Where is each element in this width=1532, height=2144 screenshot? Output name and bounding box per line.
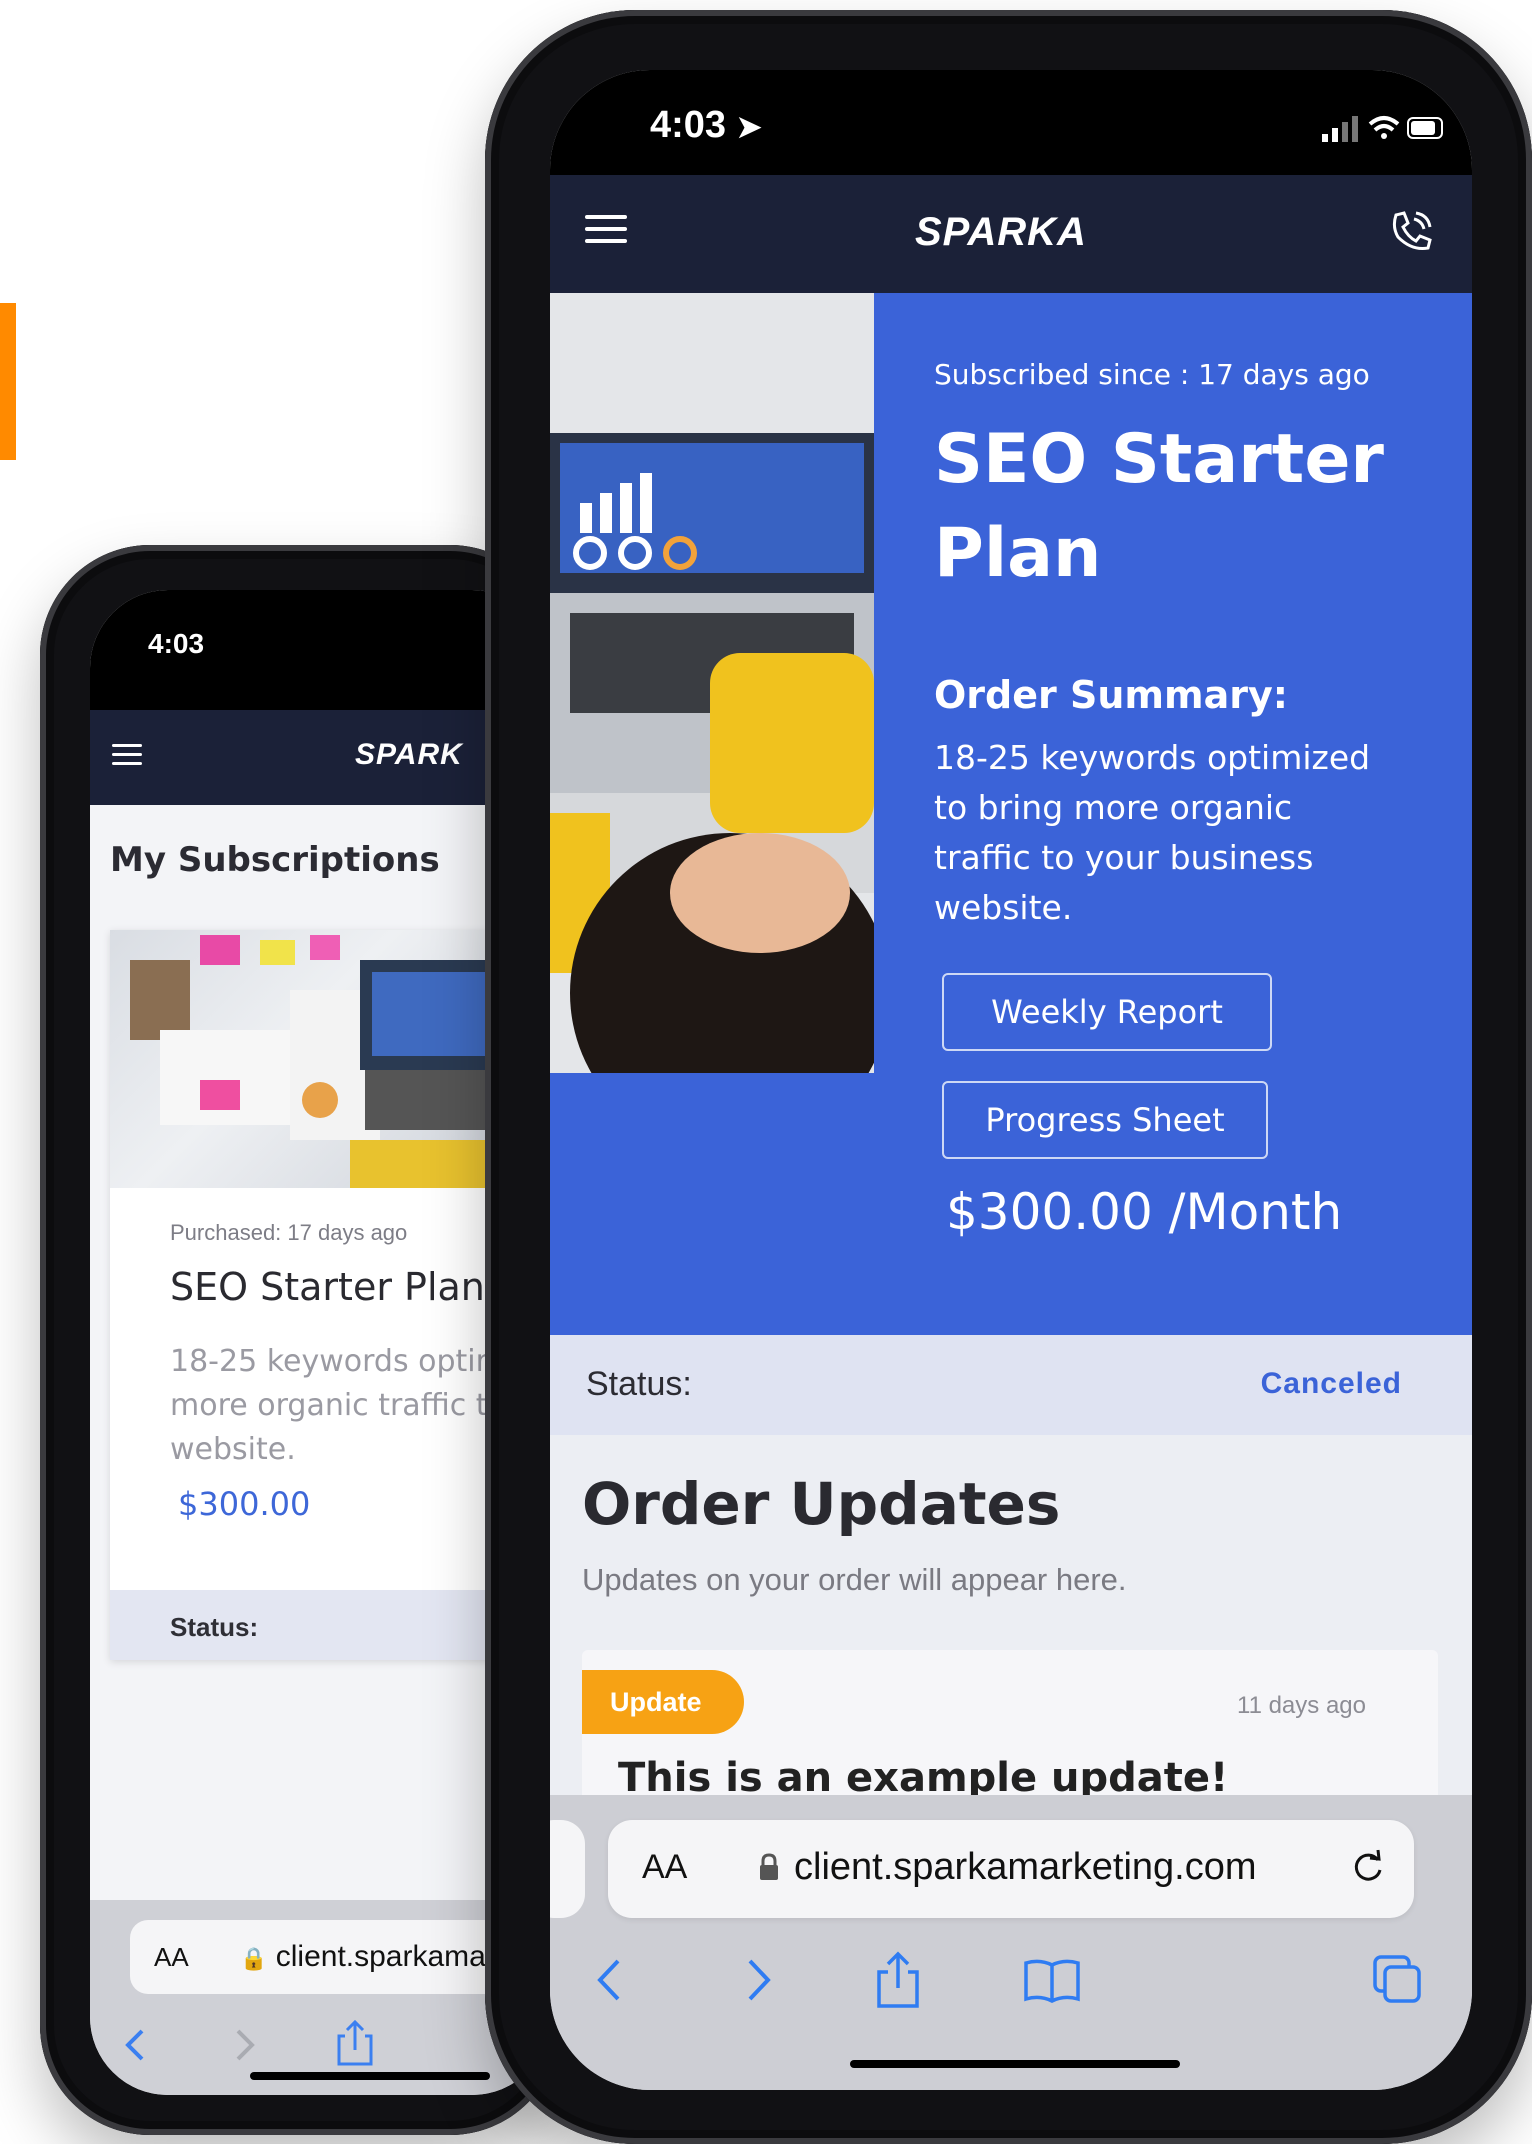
- browser-toolbar: AA client.sparkamarketing.com: [550, 1795, 1472, 2090]
- location-arrow-icon: ➤: [736, 111, 762, 144]
- plan-price: $300.00 /Month: [946, 1183, 1343, 1241]
- weekly-report-button[interactable]: Weekly Report: [942, 973, 1272, 1051]
- plan-price: $300.00: [178, 1485, 311, 1523]
- home-indicator: [850, 2060, 1180, 2068]
- order-updates-subtitle: Updates on your order will appear here.: [582, 1562, 1127, 1597]
- update-badge: Update: [582, 1670, 744, 1734]
- tabs-icon: [1373, 1955, 1421, 2003]
- nav-bar: SPARKA: [550, 175, 1472, 293]
- nav-toolbar: [550, 1940, 1472, 2030]
- front-phone-screen: 4:03 ➤ SPARKA Subscribed since: 17 days…: [550, 70, 1472, 2090]
- status-bar-row: Status:: [110, 1590, 550, 1660]
- reader-aa-button[interactable]: AA: [154, 1942, 189, 1973]
- home-indicator: [250, 2072, 490, 2080]
- plan-hero: Subscribed since : 17 days ago SEO Start…: [550, 293, 1472, 1335]
- signal-wifi-battery-icons: [1322, 116, 1443, 142]
- forward-icon: [748, 1959, 771, 2001]
- plan-photo: [550, 293, 874, 1073]
- subscription-card[interactable]: Purchased: 17 days ago SEO Starter Plan …: [110, 930, 550, 1660]
- logo[interactable]: SPARK: [355, 738, 463, 772]
- url-bar[interactable]: AA client.sparkamarketing.com: [608, 1820, 1414, 1918]
- page-title: My Subscriptions: [110, 840, 440, 880]
- purchased-date: Purchased: 17 days ago: [170, 1220, 408, 1245]
- status-label: Status:: [586, 1365, 692, 1403]
- plan-name: SEO Starter Plan: [170, 1265, 485, 1309]
- status-time: 4:03 ➤: [650, 104, 762, 146]
- share-icon: [877, 1951, 919, 2008]
- back-phone: 4:03 SPARK My Subscriptions Purchased: 1…: [40, 545, 560, 2135]
- update-time: 11 days ago: [1237, 1692, 1366, 1719]
- status-bar: 4:03 ➤: [550, 70, 1472, 175]
- url-value: client.sparkamar: [275, 1940, 496, 1973]
- status-row: Status: Canceled: [550, 1335, 1472, 1435]
- orange-accent-bar: [0, 303, 16, 460]
- back-icon: [597, 1959, 620, 2001]
- notch: [780, 70, 1300, 142]
- reader-aa-button[interactable]: AA: [642, 1848, 687, 1887]
- forward-button[interactable]: [718, 1940, 798, 2020]
- back-button[interactable]: [570, 1940, 650, 2020]
- menu-icon[interactable]: [112, 744, 142, 773]
- bookmarks-button[interactable]: [1012, 1940, 1092, 2020]
- subscribed-since: Subscribed since : 17 days ago: [934, 358, 1370, 391]
- front-phone: 4:03 ➤ SPARKA Subscribed since: 17 days…: [485, 10, 1532, 2144]
- menu-icon[interactable]: [585, 215, 627, 251]
- lock-icon: 🔒: [240, 1946, 268, 1971]
- back-phone-screen: 4:03 SPARK My Subscriptions Purchased: 1…: [90, 590, 550, 2095]
- plan-description: 18-25 keywords optim more organic traffi…: [170, 1344, 506, 1467]
- logo[interactable]: SPARKA: [915, 210, 1087, 255]
- progress-sheet-button[interactable]: Progress Sheet: [942, 1081, 1268, 1159]
- order-updates-title: Order Updates: [582, 1470, 1061, 1538]
- browser-toolbar: AA 🔒 client.sparkamar: [90, 1900, 550, 2095]
- phone-call-icon[interactable]: [1388, 209, 1434, 255]
- order-summary-label: Order Summary:: [934, 673, 1288, 717]
- order-summary-text: 18-25 keywords optimized to bring more o…: [934, 738, 1371, 927]
- url-text: 🔒 client.sparkamar: [240, 1940, 496, 1974]
- url-text: client.sparkamarketing.com: [794, 1846, 1257, 1888]
- status-badge: Canceled: [1260, 1367, 1402, 1400]
- status-time: 4:03: [148, 628, 205, 659]
- plan-name: SEO Starter Plan: [934, 420, 1384, 593]
- bookmarks-icon: [1024, 1959, 1080, 2003]
- share-icon[interactable]: [335, 2018, 375, 2068]
- reload-icon[interactable]: [1348, 1848, 1388, 1888]
- status-bar: 4:03: [90, 590, 550, 710]
- nav-bar: SPARK: [90, 710, 550, 805]
- lock-icon: [760, 1853, 778, 1880]
- forward-icon[interactable]: [230, 2025, 260, 2065]
- share-button[interactable]: [858, 1940, 938, 2020]
- back-icon[interactable]: [120, 2025, 150, 2065]
- tabs-button[interactable]: [1358, 1940, 1438, 2020]
- subscription-image: [110, 930, 550, 1188]
- status-label: Status:: [170, 1612, 259, 1642]
- previous-tab-edge[interactable]: [550, 1820, 585, 1918]
